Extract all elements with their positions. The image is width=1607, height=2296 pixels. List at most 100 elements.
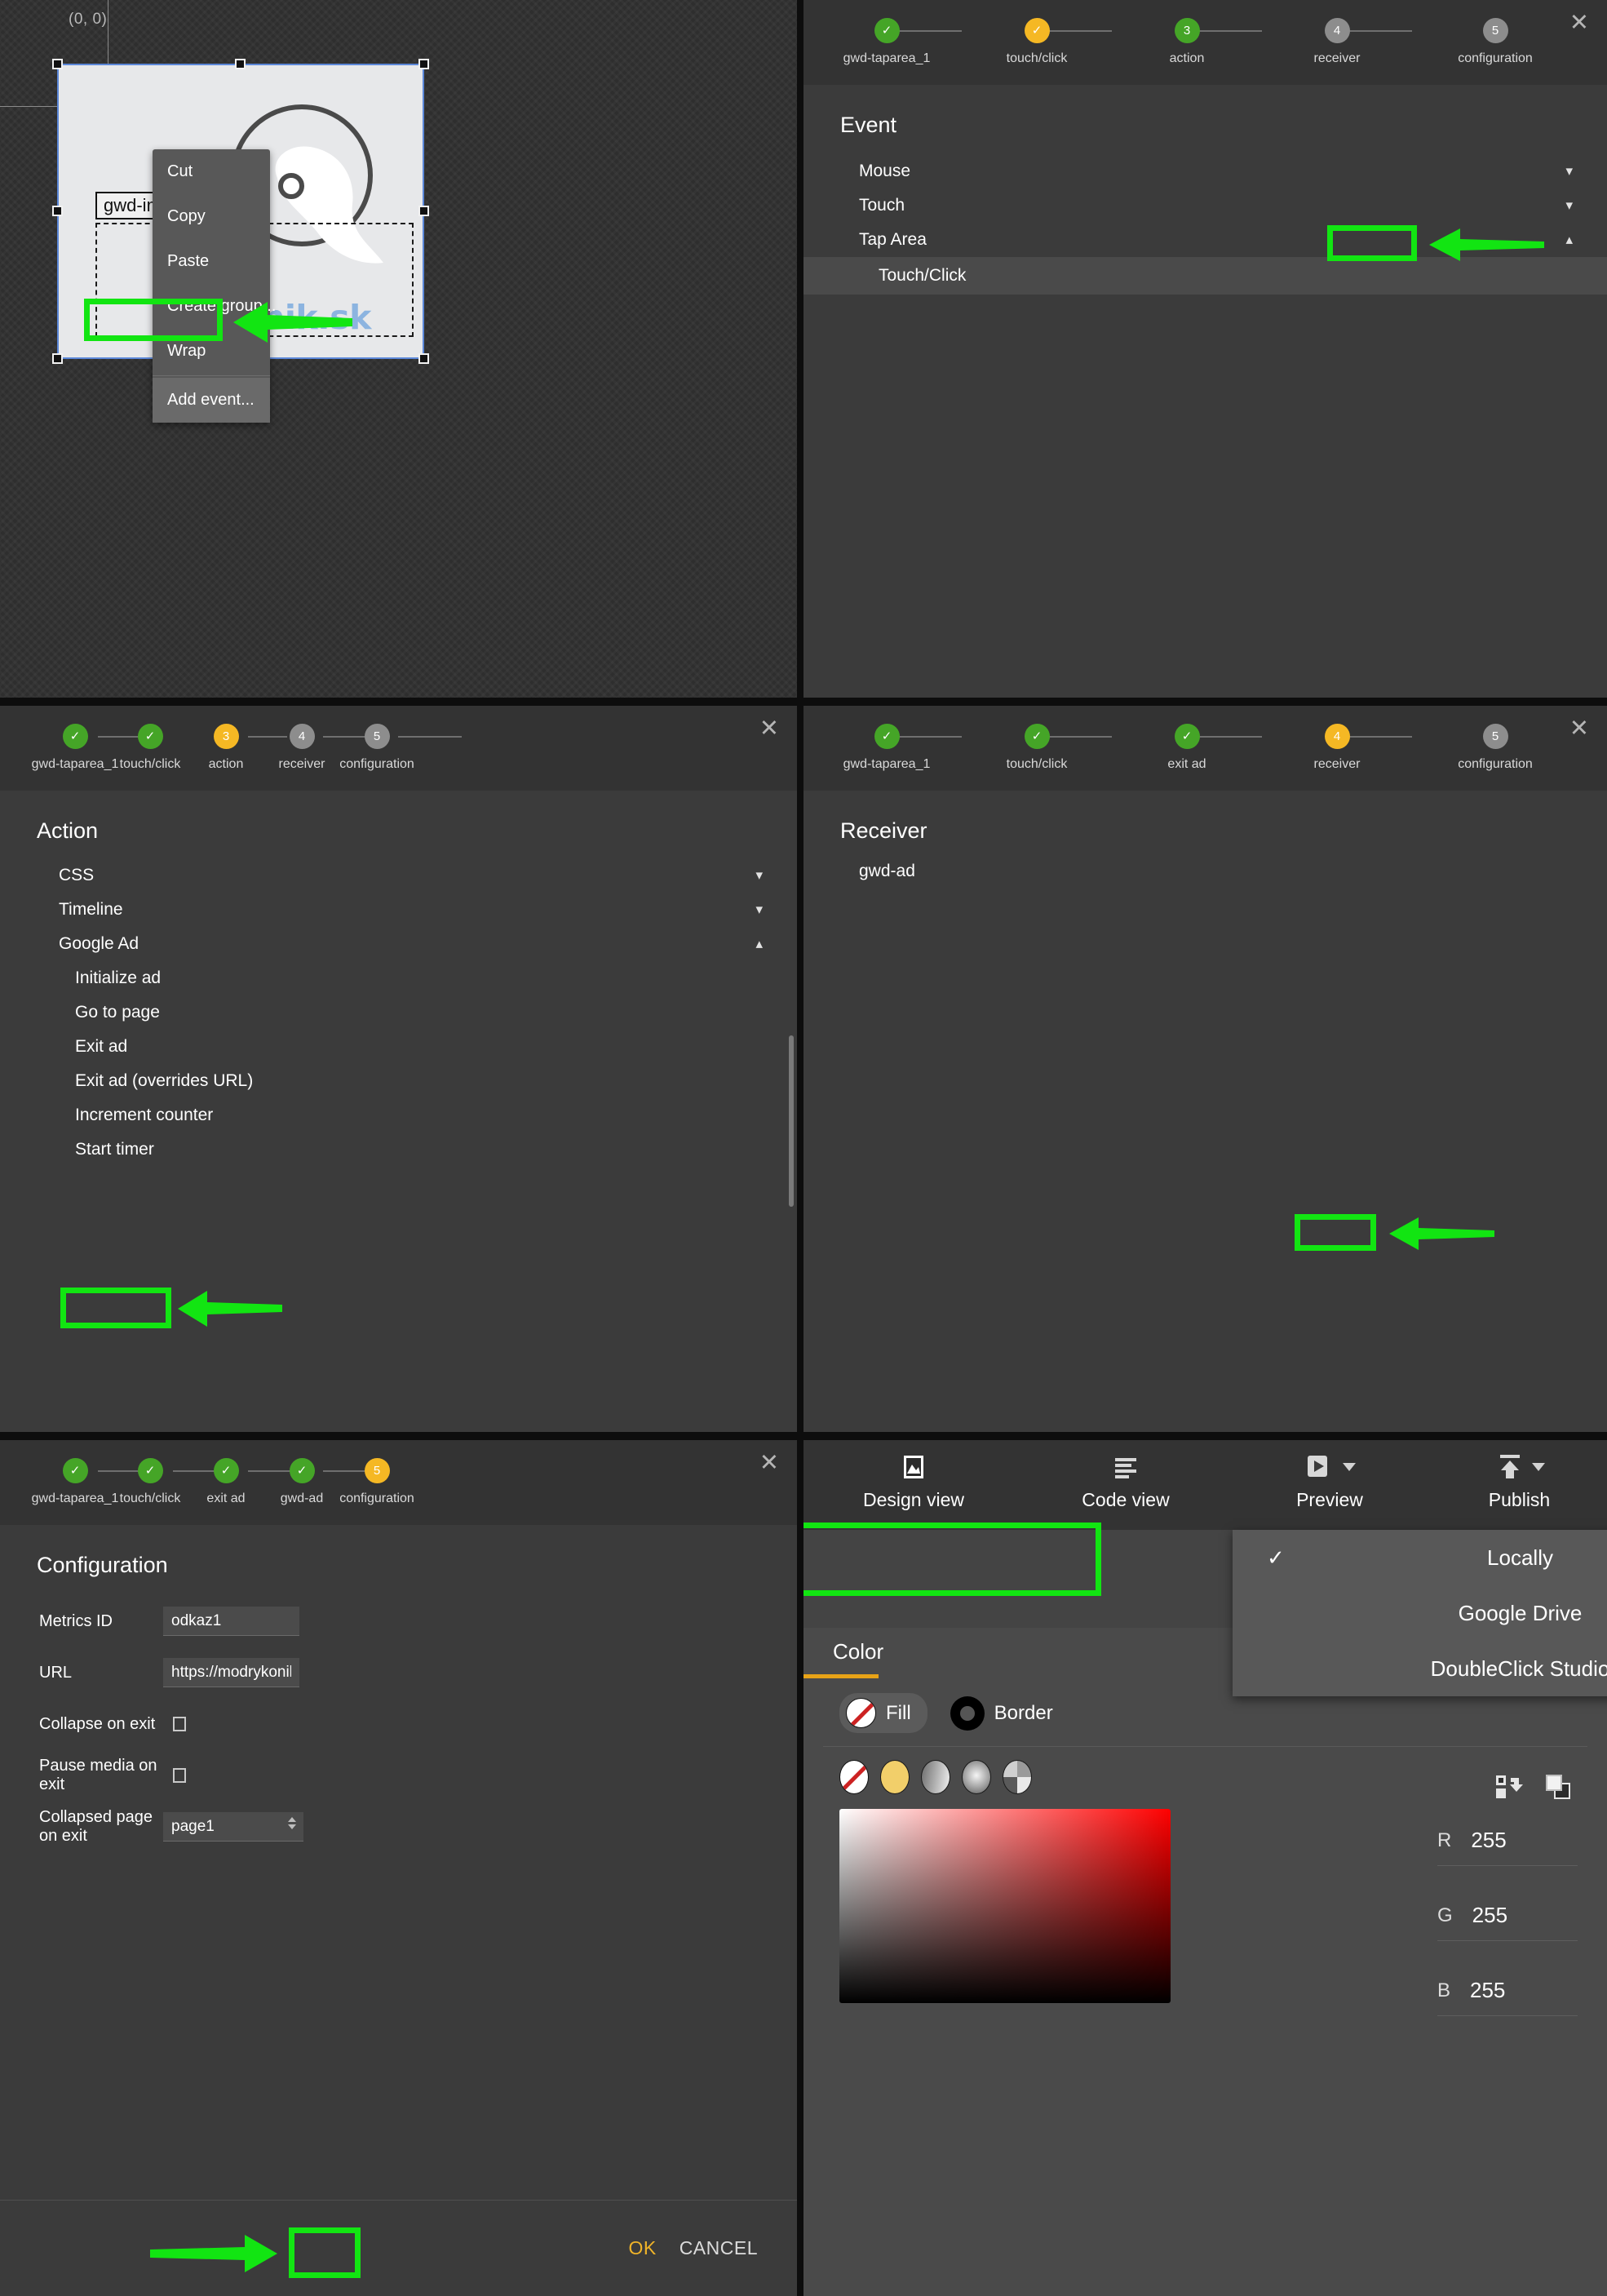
rgb-row-r[interactable]: R 255 [1437, 1815, 1578, 1866]
toolbar-code-view[interactable]: Code view [1024, 1440, 1228, 1511]
config-label-url: URL [39, 1663, 73, 1682]
toolbar-design-view[interactable]: Design view [804, 1440, 1024, 1511]
publish-menu-item-google-drive[interactable]: Google Drive [1233, 1585, 1607, 1641]
color-gradient-picker[interactable] [839, 1809, 1171, 2003]
resize-handle-n[interactable] [235, 59, 246, 69]
config-label-pause-media-on-exit: Pause media on exit [39, 1757, 157, 1793]
action-group-google-ad[interactable]: Google Ad ▴ [0, 927, 797, 961]
swatch-radial-gradient[interactable] [962, 1760, 991, 1794]
step-2-touchclick[interactable]: ✓ touch/click [963, 18, 1110, 66]
ok-button[interactable]: OK [628, 2237, 656, 2259]
event-item-touch-click-label: Touch/Click [879, 266, 967, 285]
chevron-down-icon[interactable] [1532, 1463, 1545, 1471]
resize-handle-nw[interactable] [52, 59, 63, 69]
swatch-none[interactable] [839, 1760, 869, 1794]
context-menu-item-add-event[interactable]: Add event... [153, 378, 270, 423]
close-icon[interactable]: ✕ [759, 1452, 779, 1475]
action-item-go-to-page[interactable]: Go to page [0, 995, 797, 1030]
stepper-arrows-icon[interactable] [288, 1817, 296, 1829]
action-item-exit-ad[interactable]: Exit ad [0, 1030, 797, 1064]
swatch-solid[interactable] [880, 1760, 910, 1794]
resize-handle-se[interactable] [418, 353, 429, 364]
chevron-up-icon: ▴ [1565, 232, 1573, 247]
action-item-start-timer[interactable]: Start timer [0, 1132, 797, 1167]
url-input[interactable] [163, 1658, 299, 1687]
fill-toggle[interactable]: Fill [839, 1693, 927, 1733]
receiver-item-gwd-ad[interactable]: gwd-ad [804, 844, 1607, 881]
step-1-taparea[interactable]: ✓ gwd-taparea_1 [813, 724, 960, 772]
no-fill-swatch-icon [846, 1698, 876, 1728]
swatch-pattern[interactable] [1003, 1760, 1032, 1794]
action-item-increment-counter[interactable]: Increment counter [0, 1098, 797, 1132]
event-group-mouse[interactable]: Mouse ▾ [804, 154, 1607, 188]
step-4-receiver[interactable]: 4 receiver [1264, 724, 1410, 772]
wizard-body-action: Action CSS ▾ Timeline ▾ Google Ad ▴ Init… [0, 791, 797, 1207]
rgb-value-r: 255 [1471, 1828, 1507, 1852]
publish-menu-item-doubleclick-studio[interactable]: DoubleClick Studio [1233, 1641, 1607, 1696]
toolbar-preview[interactable]: Preview [1228, 1440, 1432, 1511]
action-item-exit-ad-overrides-url[interactable]: Exit ad (overrides URL) [0, 1064, 797, 1098]
resize-handle-sw[interactable] [52, 353, 63, 364]
publish-menu-item-google-drive-label: Google Drive [1458, 1601, 1583, 1625]
resize-handle-e[interactable] [418, 206, 429, 216]
section-title-configuration: Configuration [37, 1553, 168, 1577]
chevron-down-icon[interactable] [1342, 1463, 1356, 1471]
collapsed-page-on-exit-value: page1 [171, 1818, 215, 1835]
action-group-google-ad-label: Google Ad [59, 934, 139, 953]
step-3-exit-ad[interactable]: ✓ exit ad [1113, 724, 1260, 772]
action-list-scrollbar[interactable] [789, 1035, 794, 1207]
close-icon[interactable]: ✕ [1569, 717, 1589, 741]
front-back-colors-icon[interactable] [1543, 1773, 1574, 1805]
arrow-pointer-touch-click [1428, 227, 1546, 267]
border-label: Border [994, 1701, 1053, 1724]
context-menu-item-paste[interactable]: Paste [153, 239, 270, 284]
pause-media-on-exit-checkbox[interactable] [173, 1768, 186, 1783]
receiver-item-gwd-ad-label: gwd-ad [859, 862, 915, 880]
close-icon[interactable]: ✕ [1569, 11, 1589, 35]
config-field-metrics-id: Metrics ID [0, 1606, 797, 1637]
context-menu[interactable]: Cut Copy Paste Create group... Wrap Add … [153, 149, 276, 423]
context-menu-item-cut[interactable]: Cut [153, 149, 270, 194]
step-3-action[interactable]: 3 action [1113, 18, 1260, 66]
step-2-touchclick[interactable]: ✓ touch/click [963, 724, 1110, 772]
section-title-receiver: Receiver [840, 818, 927, 843]
step-5-configuration[interactable]: 5 configuration [1414, 724, 1577, 772]
step-5-configuration[interactable]: 5 configuration [1414, 18, 1577, 66]
step-5-configuration[interactable]: 5 configuration [323, 724, 431, 772]
resize-handle-ne[interactable] [418, 59, 429, 69]
rgb-row-g[interactable]: G 255 [1437, 1890, 1578, 1941]
rgb-row-b[interactable]: B 255 [1437, 1966, 1578, 2016]
config-label-collapsed-page-on-exit: Collapsed page on exit [39, 1808, 153, 1845]
image-icon [804, 1450, 1024, 1484]
tab-color[interactable]: Color [804, 1628, 883, 1664]
cancel-button[interactable]: CANCEL [680, 2237, 758, 2259]
action-group-css[interactable]: CSS ▾ [0, 858, 797, 893]
swap-colors-icon[interactable] [1494, 1773, 1525, 1805]
wizard-body-receiver: Receiver gwd-ad [804, 791, 1607, 881]
wizard-header-event: ✓ gwd-taparea_1 ✓ touch/click 3 action 4… [804, 0, 1607, 85]
toolbar-preview-label: Preview [1296, 1489, 1363, 1510]
step-1-taparea[interactable]: ✓ gwd-taparea_1 [813, 18, 960, 66]
arrow-pointer-exit-ad [176, 1289, 284, 1332]
context-menu-item-copy[interactable]: Copy [153, 194, 270, 239]
border-toggle[interactable]: Border [950, 1695, 1053, 1731]
context-menu-divider [153, 375, 270, 376]
add-event-dialog-configuration-step: ✓ gwd-taparea_1 ✓ touch/click ✓ exit ad … [0, 1440, 797, 2296]
resize-handle-w[interactable] [52, 206, 63, 216]
step-4-receiver[interactable]: 4 receiver [1264, 18, 1410, 66]
collapse-on-exit-checkbox[interactable] [173, 1717, 186, 1731]
upload-icon [1432, 1450, 1607, 1484]
action-item-initialize-ad[interactable]: Initialize ad [0, 961, 797, 995]
step-5-configuration[interactable]: 5 configuration [323, 1458, 431, 1506]
highlight-box-exit-ad [60, 1288, 171, 1328]
collapsed-page-on-exit-select[interactable]: page1 [163, 1812, 303, 1842]
publish-menu-item-locally[interactable]: ✓ Locally [1233, 1530, 1607, 1585]
metrics-id-input[interactable] [163, 1607, 299, 1636]
swatch-linear-gradient[interactable] [921, 1760, 950, 1794]
close-icon[interactable]: ✕ [759, 717, 779, 741]
toolbar-publish[interactable]: Publish ✓ Locally Google Drive DoubleCli… [1233, 1440, 1607, 1696]
event-group-touch[interactable]: Touch ▾ [804, 188, 1607, 223]
config-label-collapse-on-exit: Collapse on exit [39, 1714, 156, 1733]
publish-dropdown-menu[interactable]: ✓ Locally Google Drive DoubleClick Studi… [1233, 1530, 1607, 1696]
action-group-timeline[interactable]: Timeline ▾ [0, 893, 797, 927]
